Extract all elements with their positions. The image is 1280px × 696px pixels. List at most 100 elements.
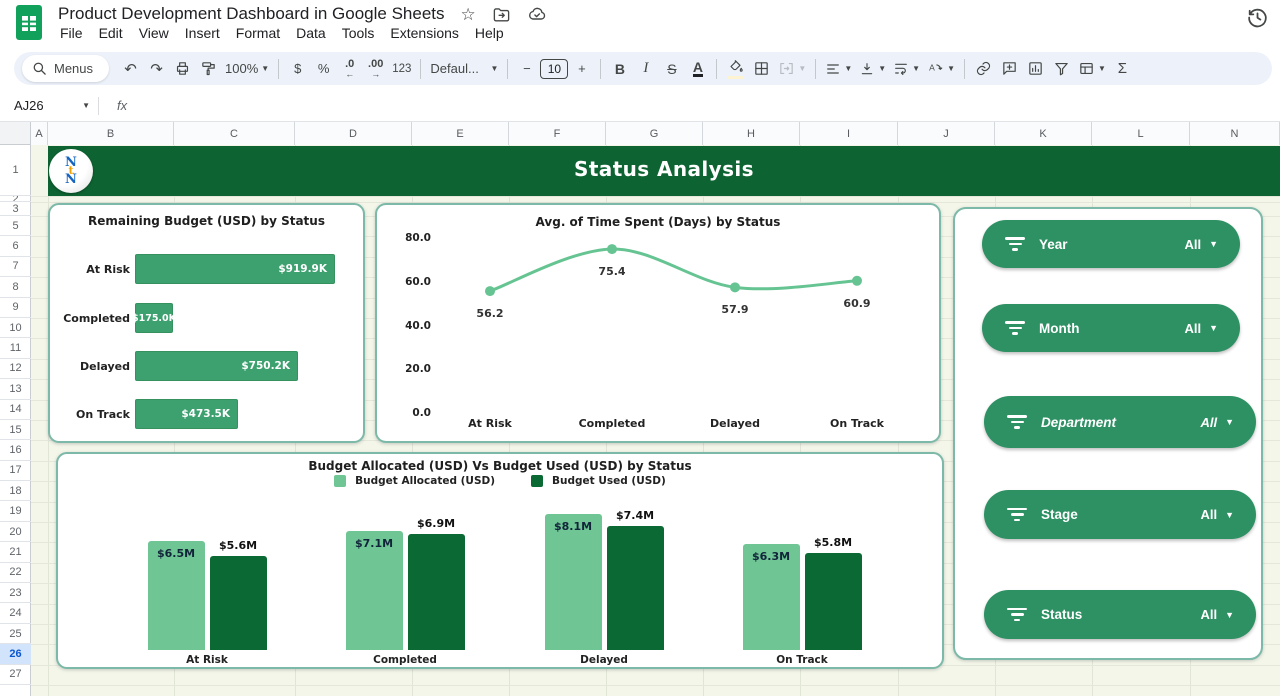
chart-remaining-budget[interactable]: Remaining Budget (USD) by Status At Risk… [48,203,365,443]
column-header-g[interactable]: G [606,122,703,145]
move-to-folder-icon[interactable] [492,5,511,24]
column-header-i[interactable]: I [800,122,898,145]
column-header-h[interactable]: H [703,122,800,145]
row-header-23[interactable]: 23 [0,583,31,603]
row-header-12[interactable]: 12 [0,359,31,379]
italic-button[interactable]: I [633,56,658,82]
menu-item-data[interactable]: Data [288,23,334,43]
vertical-align-button[interactable]: ▼ [856,56,889,82]
filter-pill-month[interactable]: MonthAll▼ [982,304,1240,352]
filter-pill-status[interactable]: StatusAll▼ [984,590,1256,639]
row-header-13[interactable]: 13 [0,379,31,399]
text-color-button[interactable]: A [685,56,710,82]
row-header-19[interactable]: 19 [0,501,31,521]
column-header-n[interactable]: N [1190,122,1280,145]
filter-value-status[interactable]: All▼ [1200,607,1234,622]
filter-pill-department[interactable]: DepartmentAll▼ [984,396,1256,448]
menu-item-format[interactable]: Format [228,23,288,43]
star-icon[interactable]: ☆ [461,6,476,23]
row-header-26[interactable]: 26 [0,644,31,664]
menu-item-help[interactable]: Help [467,23,512,43]
column-header-f[interactable]: F [509,122,606,145]
row-header-8[interactable]: 8 [0,277,31,297]
row-header-20[interactable]: 20 [0,522,31,542]
row-header-15[interactable]: 15 [0,420,31,440]
row-header-21[interactable]: 21 [0,542,31,562]
row-header-25[interactable]: 25 [0,624,31,644]
filter-value-month[interactable]: All▼ [1184,321,1218,336]
font-family-select[interactable]: Defaul...▼ [427,56,501,82]
row-header-22[interactable]: 22 [0,563,31,583]
menu-item-extensions[interactable]: Extensions [382,23,466,43]
redo-button[interactable]: ↷ [144,56,169,82]
create-filter-button[interactable] [1049,56,1074,82]
column-header-c[interactable]: C [174,122,295,145]
row-header-3[interactable]: 3 [0,202,31,216]
row-header-18[interactable]: 18 [0,481,31,501]
column-header-b[interactable]: B [48,122,174,145]
borders-button[interactable] [749,56,774,82]
more-formats-button[interactable]: 123 [389,56,414,82]
increase-decimal-button[interactable]: .00→ [363,56,388,82]
undo-button[interactable]: ↶ [118,56,143,82]
functions-button[interactable]: Σ [1110,56,1135,82]
format-percent-button[interactable]: % [311,56,336,82]
menu-item-view[interactable]: View [131,23,177,43]
row-header-11[interactable]: 11 [0,338,31,358]
table-views-button[interactable]: ▼ [1075,56,1109,82]
filter-value-department[interactable]: All▼ [1200,415,1234,430]
insert-link-button[interactable] [971,56,996,82]
increase-font-size-button[interactable]: + [569,56,594,82]
menu-item-tools[interactable]: Tools [334,23,383,43]
print-button[interactable] [170,56,195,82]
horizontal-align-button[interactable]: ▼ [822,56,855,82]
decrease-font-size-button[interactable]: − [514,56,539,82]
menu-item-file[interactable]: File [52,23,91,43]
menu-bar: FileEditViewInsertFormatDataToolsExtensi… [52,23,512,43]
google-sheets-logo-icon[interactable] [16,5,42,45]
row-header-5[interactable]: 5 [0,216,31,236]
strikethrough-button[interactable]: S [659,56,684,82]
filter-pill-stage[interactable]: StageAll▼ [984,490,1256,539]
zoom-select[interactable]: 100%▼ [222,56,272,82]
insert-chart-button[interactable] [1023,56,1048,82]
column-header-l[interactable]: L [1092,122,1190,145]
filter-pill-year[interactable]: YearAll▼ [982,220,1240,268]
row-header-16[interactable]: 16 [0,440,31,460]
row-header-14[interactable]: 14 [0,400,31,420]
document-title[interactable]: Product Development Dashboard in Google … [58,4,445,24]
insert-comment-button[interactable] [997,56,1022,82]
menu-item-insert[interactable]: Insert [177,23,228,43]
text-rotation-button[interactable]: A▼ [924,56,958,82]
row-header-10[interactable]: 10 [0,318,31,338]
column-header-a[interactable]: A [31,122,48,145]
chart-avg-time-spent[interactable]: Avg. of Time Spent (Days) by Status 0.02… [375,203,941,443]
fill-color-button[interactable] [723,56,748,82]
filter-value-stage[interactable]: All▼ [1200,507,1234,522]
row-header-1[interactable]: 1 [0,145,31,196]
column-header-k[interactable]: K [995,122,1092,145]
column-header-e[interactable]: E [412,122,509,145]
decrease-decimal-button[interactable]: .0← [337,56,362,82]
row-header-7[interactable]: 7 [0,257,31,277]
menu-item-edit[interactable]: Edit [91,23,131,43]
select-all-corner[interactable] [0,122,31,145]
filter-value-year[interactable]: All▼ [1184,237,1218,252]
chart-budget-allocated-vs-used[interactable]: Budget Allocated (USD) Vs Budget Used (U… [56,452,944,669]
font-size-input[interactable]: 10 [540,59,568,79]
column-header-j[interactable]: J [898,122,995,145]
row-header-27[interactable]: 27 [0,665,31,685]
row-header-17[interactable]: 17 [0,461,31,481]
name-box[interactable]: AJ26▼ [14,98,90,113]
paint-format-button[interactable] [196,56,221,82]
cloud-saved-icon[interactable] [527,4,547,24]
row-header-24[interactable]: 24 [0,603,31,623]
version-history-icon[interactable] [1245,5,1270,35]
row-header-9[interactable]: 9 [0,298,31,318]
format-currency-button[interactable]: $ [285,56,310,82]
text-wrap-button[interactable]: ▼ [890,56,923,82]
row-header-6[interactable]: 6 [0,236,31,256]
bold-button[interactable]: B [607,56,632,82]
column-header-d[interactable]: D [295,122,412,145]
search-menus-button[interactable]: Menus [22,55,109,82]
